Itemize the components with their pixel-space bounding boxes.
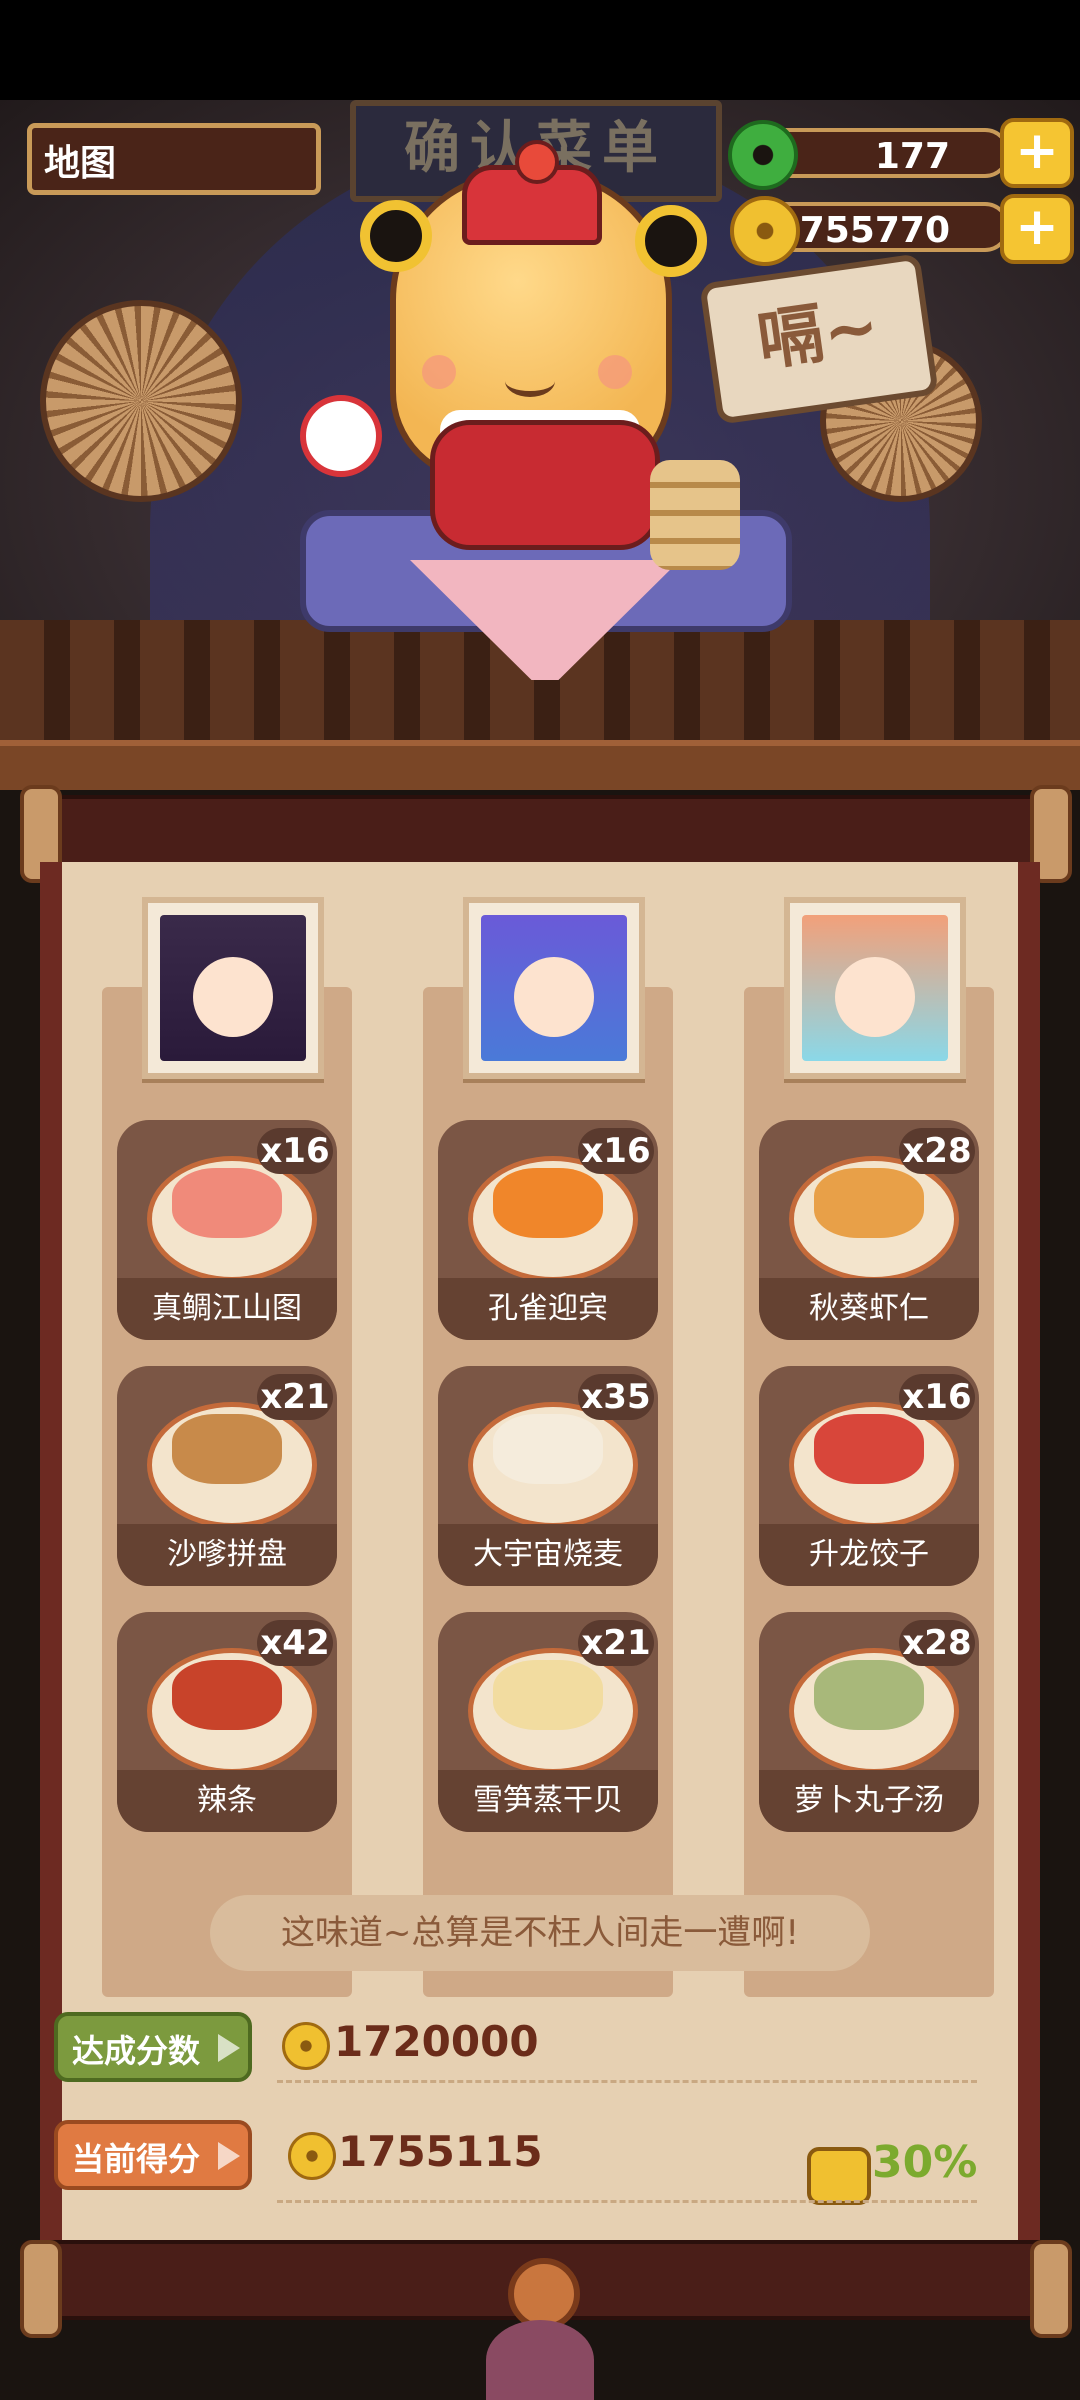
diner-quote: 这味道~总算是不枉人间走一遭啊! <box>210 1895 870 1971</box>
current-score-value: 1755115 <box>338 2127 543 2176</box>
dish-name: 大宇宙烧麦 <box>438 1524 658 1586</box>
bonus-pot-icon <box>807 2147 871 2205</box>
hat-ring-left <box>360 200 432 272</box>
dish-name: 雪笋蒸干贝 <box>438 1770 658 1832</box>
dish-name: 孔雀迎宾 <box>438 1278 658 1340</box>
target-score-label: 达成分数 <box>54 2012 252 2082</box>
menu-board: x16 真鲷江山图 x21 沙嗲拼盘 x42 辣条 x16 孔雀迎宾 x35 大… <box>40 862 1040 2246</box>
dish-card: x35 大宇宙烧麦 <box>438 1366 658 1586</box>
dish-name: 沙嗲拼盘 <box>117 1524 337 1586</box>
diner-cheek-right <box>598 355 632 389</box>
stacked-bowls <box>650 460 740 570</box>
guest-face <box>835 957 915 1037</box>
dish-name: 真鲷江山图 <box>117 1278 337 1340</box>
dish-count: x21 <box>578 1620 654 1666</box>
dish-name: 辣条 <box>117 1770 337 1832</box>
dish-card: x28 萝卜丸子汤 <box>759 1612 979 1832</box>
dish-name: 升龙饺子 <box>759 1524 979 1586</box>
current-score-label: 当前得分 <box>54 2120 252 2190</box>
guest-avatar <box>481 915 627 1061</box>
dish-name: 萝卜丸子汤 <box>759 1770 979 1832</box>
hat-knot <box>515 140 559 184</box>
dish-count: x42 <box>257 1620 333 1666</box>
guest-avatar <box>802 915 948 1061</box>
hand-fan <box>300 395 382 477</box>
add-coins-button[interactable]: + <box>1000 194 1074 264</box>
dish-card: x16 真鲷江山图 <box>117 1120 337 1340</box>
scroll-rod-end <box>20 2240 62 2338</box>
divider <box>277 2200 977 2203</box>
guest-portrait-1 <box>142 897 324 1079</box>
tassel-fringe <box>486 2320 594 2400</box>
dish-name: 秋葵虾仁 <box>759 1278 979 1340</box>
dish-food <box>814 1660 924 1730</box>
dish-count: x28 <box>899 1620 975 1666</box>
bonus-percentage: 30% <box>872 2137 978 2188</box>
coin-icon <box>288 2132 336 2180</box>
dish-food <box>814 1168 924 1238</box>
dish-card: x28 秋葵虾仁 <box>759 1120 979 1340</box>
add-jade-button[interactable]: + <box>1000 118 1074 188</box>
dish-card: x42 辣条 <box>117 1612 337 1832</box>
guest-portrait-2 <box>463 897 645 1079</box>
diner-mouth <box>505 365 555 397</box>
divider <box>277 2080 977 2083</box>
dish-count: x16 <box>578 1128 654 1174</box>
guest-face <box>193 957 273 1037</box>
fence-rail <box>0 740 1080 790</box>
play-arrow-icon <box>218 2142 240 2170</box>
dish-count: x16 <box>899 1374 975 1420</box>
status-bar <box>0 0 1080 100</box>
dish-food <box>814 1414 924 1484</box>
current-score-label-text: 当前得分 <box>72 2140 201 2178</box>
coin-icon <box>730 196 800 266</box>
menu-paper: x16 真鲷江山图 x21 沙嗲拼盘 x42 辣条 x16 孔雀迎宾 x35 大… <box>54 862 1018 2246</box>
jade-icon <box>728 120 798 190</box>
dish-count: x28 <box>899 1128 975 1174</box>
dish-count: x21 <box>257 1374 333 1420</box>
dish-food <box>493 1168 603 1238</box>
dish-card: x21 沙嗲拼盘 <box>117 1366 337 1586</box>
dish-count: x16 <box>257 1128 333 1174</box>
guest-face <box>514 957 594 1037</box>
dish-card: x16 孔雀迎宾 <box>438 1120 658 1340</box>
diner-robe <box>430 420 660 550</box>
dish-food <box>172 1168 282 1238</box>
guest-avatar <box>160 915 306 1061</box>
map-button[interactable]: 地图 <box>27 123 321 195</box>
coin-icon <box>282 2022 330 2070</box>
target-score-label-text: 达成分数 <box>72 2032 201 2070</box>
play-arrow-icon <box>218 2034 240 2062</box>
hat-ring-right <box>635 205 707 277</box>
diner-cheek-left <box>422 355 456 389</box>
dish-card: x21 雪笋蒸干贝 <box>438 1612 658 1832</box>
tassel-decoration <box>478 2258 602 2400</box>
dish-card: x16 升龙饺子 <box>759 1366 979 1586</box>
guest-portrait-3 <box>784 897 966 1079</box>
target-score-value: 1720000 <box>334 2017 539 2066</box>
dish-food <box>172 1414 282 1484</box>
scroll-rod-end <box>1030 2240 1072 2338</box>
dish-count: x35 <box>578 1374 654 1420</box>
diner-hat <box>462 140 602 245</box>
dish-food <box>172 1660 282 1730</box>
dish-food <box>493 1660 603 1730</box>
dish-food <box>493 1414 603 1484</box>
left-fan-decoration <box>40 300 242 502</box>
